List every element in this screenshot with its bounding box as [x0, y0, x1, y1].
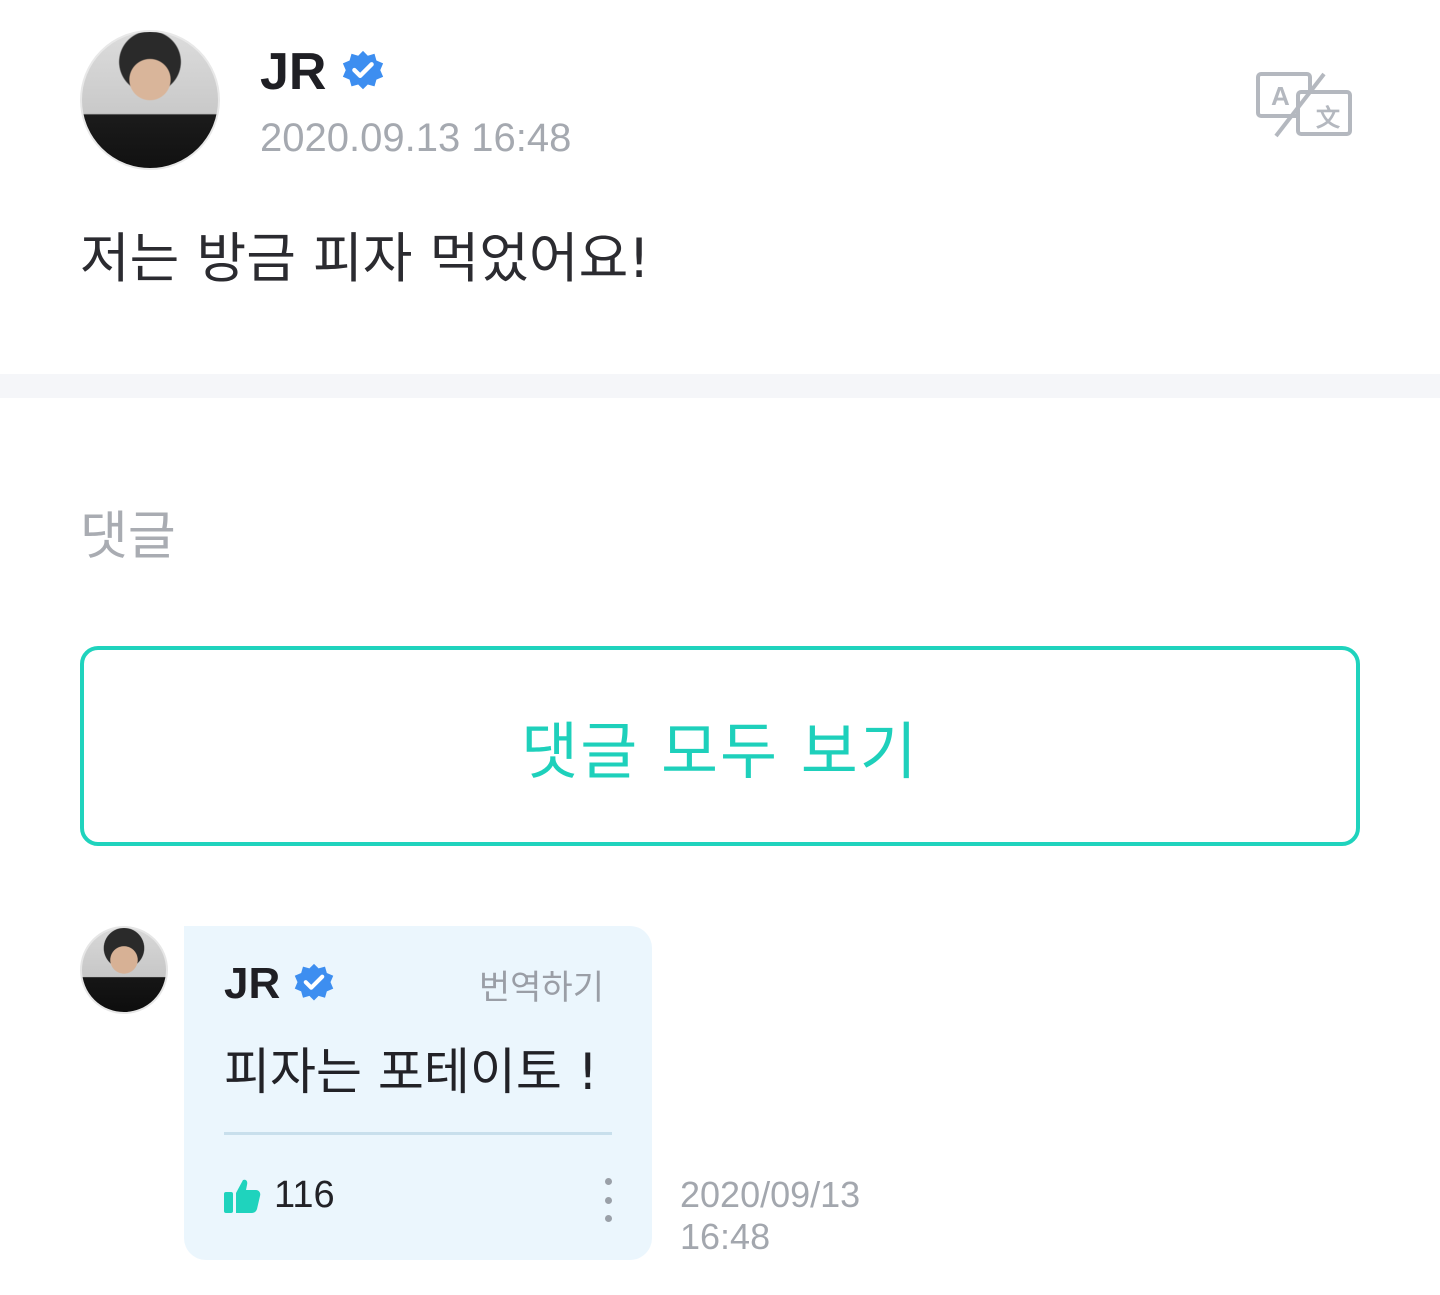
translate-icon[interactable]: A 文 — [1254, 70, 1354, 140]
comment-author-name[interactable]: JR — [224, 956, 280, 1012]
comment-text: 피자는 포테이토 ! — [224, 1043, 598, 1101]
svg-text:A: A — [1271, 81, 1290, 111]
comment-author-avatar[interactable] — [80, 926, 168, 1014]
verified-badge-icon — [295, 963, 334, 1001]
thumbs-up-icon — [224, 1179, 261, 1213]
post-body: 저는 방금 피자 먹었어요! — [80, 227, 650, 290]
author-name[interactable]: JR — [260, 40, 326, 104]
more-options-icon[interactable] — [598, 1178, 618, 1222]
comment-time: 16:48 — [680, 1216, 771, 1257]
post-detail-page: JR 2020.09.13 16:48 A 文 저는 방금 피자 먹었어요! 댓… — [0, 0, 1440, 1295]
comment-author: JR — [224, 956, 336, 1012]
post-timestamp: 2020.09.13 16:48 — [260, 116, 572, 160]
comment-translate-button[interactable]: 번역하기 — [479, 964, 604, 1012]
comment-date: 2020/09/13 — [680, 1174, 861, 1215]
verified-badge-icon — [343, 50, 384, 90]
section-divider — [0, 374, 1440, 398]
more-dot — [604, 1178, 612, 1185]
like-count: 116 — [274, 1174, 335, 1216]
svg-text:文: 文 — [1316, 104, 1341, 132]
view-all-comments-button[interactable]: 댓글 모두 보기 — [80, 646, 1360, 846]
post-author: JR — [260, 40, 386, 104]
more-dot — [604, 1215, 612, 1222]
comment-divider — [224, 1132, 612, 1135]
like-button[interactable]: 116 — [222, 1174, 335, 1217]
comment-bubble: JR 번역하기 피자는 포테이토 ! 116 — [184, 926, 652, 1260]
author-avatar[interactable] — [80, 30, 220, 170]
comment-timestamp: 2020/09/13 16:48 — [680, 1174, 860, 1258]
more-dot — [604, 1196, 612, 1204]
comments-heading: 댓글 — [80, 507, 176, 567]
